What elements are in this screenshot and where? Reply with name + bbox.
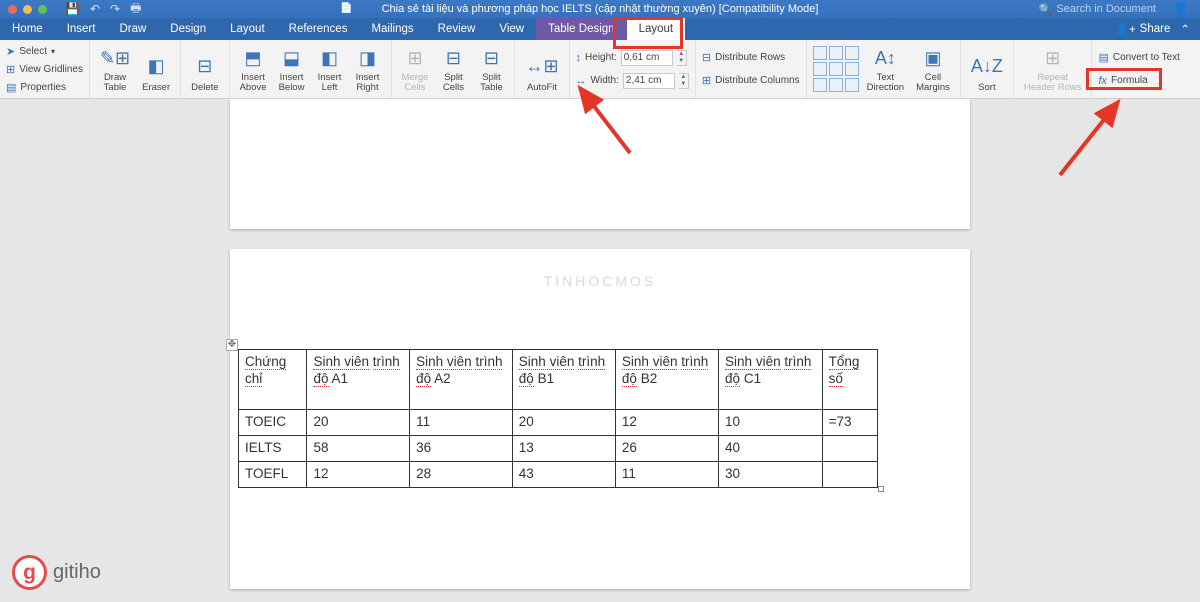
distribute-rows-icon: ⊟ [702, 51, 711, 64]
save-icon[interactable]: 💾 [65, 2, 80, 16]
header-cell: Sinh viên trình độ B1 [512, 350, 615, 410]
insert-above-icon: ⬒ [245, 45, 262, 71]
properties-button[interactable]: ▤Properties [6, 79, 66, 95]
merge-cells-button[interactable]: ⊞Merge Cells [398, 43, 433, 95]
tab-mailings[interactable]: Mailings [359, 18, 425, 40]
width-stepper[interactable]: ▲▼ [679, 73, 689, 89]
view-gridlines-button[interactable]: ⊞View Gridlines [6, 61, 83, 77]
page-current[interactable]: TINHOCMOS ✥ Chứng chỉ Sinh viên trình độ… [230, 249, 970, 589]
window-title: Chia sẻ tài liệu và phương pháp học IELT… [382, 3, 819, 15]
header-cell: Tổng số [822, 350, 877, 410]
print-icon[interactable]: 🖶 [130, 0, 141, 20]
insert-left-button[interactable]: ◧Insert Left [313, 43, 347, 95]
tab-table-design[interactable]: Table Design [536, 18, 626, 40]
insert-right-button[interactable]: ◨Insert Right [351, 43, 385, 95]
table-row: IELTS5836132640 [239, 436, 878, 462]
header-cell: Sinh viên trình độ A2 [410, 350, 513, 410]
merge-cells-icon: ⊞ [407, 45, 422, 71]
tab-references[interactable]: References [277, 18, 360, 40]
cell-margins-button[interactable]: ▣Cell Margins [912, 43, 954, 95]
split-cells-icon: ⊟ [446, 45, 461, 71]
distribute-rows-button[interactable]: ⊟Distribute Rows [702, 49, 785, 66]
tab-home[interactable]: Home [0, 18, 55, 40]
autofit-icon: ↔⊞ [525, 51, 558, 81]
arrow-to-width [560, 78, 640, 158]
text-direction-button[interactable]: A↕Text Direction [863, 43, 909, 95]
gitiho-logo: g gitiho [12, 555, 101, 590]
doc-icon: 📄 [340, 3, 352, 14]
cursor-icon: ➤ [6, 45, 15, 58]
tab-design[interactable]: Design [158, 18, 218, 40]
tab-draw[interactable]: Draw [107, 18, 158, 40]
repeat-header-icon: ⊞ [1045, 45, 1060, 71]
table-row: TOEFL1228431130 [239, 462, 878, 488]
distribute-columns-icon: ⊞ [702, 74, 711, 87]
gitiho-g-icon: g [12, 555, 47, 590]
properties-icon: ▤ [6, 81, 16, 94]
distribute-columns-button[interactable]: ⊞Distribute Columns [702, 72, 800, 89]
delete-button[interactable]: ⊟Delete [187, 43, 222, 95]
share-button[interactable]: 👤+ Share ⌃ [1115, 18, 1190, 40]
cell-margins-icon: ▣ [924, 45, 941, 71]
draw-table-icon: ✎⊞ [100, 45, 130, 71]
share-icon: 👤+ [1115, 22, 1136, 36]
redo-icon[interactable]: ↷ [110, 2, 120, 16]
formula-icon: fx [1098, 75, 1107, 87]
text-direction-icon: A↕ [875, 45, 896, 71]
height-field[interactable]: ↕ Height: 0,61 cm ▲▼ [576, 49, 687, 66]
formula-button[interactable]: fxFormula [1098, 72, 1147, 89]
insert-right-icon: ◨ [359, 45, 376, 71]
eraser-icon: ◧ [148, 51, 165, 81]
table-row: TOEIC2011201210=73 [239, 410, 878, 436]
split-cells-button[interactable]: ⊟Split Cells [436, 43, 470, 95]
header-cell: Sinh viên trình độ A1 [307, 350, 410, 410]
repeat-header-rows-button[interactable]: ⊞Repeat Header Rows [1020, 43, 1086, 95]
insert-left-icon: ◧ [321, 45, 338, 71]
sort-icon: A↓Z [971, 51, 1003, 81]
gridlines-icon: ⊞ [6, 63, 15, 76]
split-table-button[interactable]: ⊟Split Table [474, 43, 508, 95]
tab-view[interactable]: View [487, 18, 536, 40]
insert-above-button[interactable]: ⬒Insert Above [236, 43, 271, 95]
window-zoom[interactable] [38, 5, 47, 14]
search-icon: 🔍 [1039, 3, 1053, 16]
window-minimize[interactable] [23, 5, 32, 14]
tab-review[interactable]: Review [426, 18, 488, 40]
table-resize-handle[interactable] [878, 486, 884, 492]
tab-insert[interactable]: Insert [55, 18, 108, 40]
undo-icon[interactable]: ↶ [90, 2, 100, 16]
sort-button[interactable]: A↓ZSort [967, 43, 1007, 95]
autofit-button[interactable]: ↔⊞AutoFit [521, 43, 562, 95]
header-cell: Sinh viên trình độ C1 [719, 350, 823, 410]
search-input[interactable]: 🔍 Search in Document [1039, 3, 1156, 16]
select-menu[interactable]: ➤Select▾ [6, 43, 55, 59]
split-table-icon: ⊟ [484, 45, 499, 71]
chevron-up-icon[interactable]: ⌃ [1180, 22, 1190, 36]
tab-table-layout[interactable]: Layout [627, 18, 686, 40]
table-header-row: Chứng chỉ Sinh viên trình độ A1 Sinh viê… [239, 350, 878, 410]
height-stepper[interactable]: ▲▼ [677, 50, 687, 66]
header-cell: Chứng chỉ [239, 350, 307, 410]
delete-icon: ⊟ [197, 51, 212, 81]
tab-layout[interactable]: Layout [218, 18, 277, 40]
data-table[interactable]: Chứng chỉ Sinh viên trình độ A1 Sinh viê… [238, 349, 878, 488]
height-icon: ↕ [576, 52, 582, 64]
table-move-handle[interactable]: ✥ [226, 339, 238, 351]
height-input[interactable]: 0,61 cm [621, 50, 673, 66]
user-avatar[interactable]: 👤 [1170, 0, 1192, 18]
insert-below-icon: ⬓ [283, 45, 300, 71]
header-cell: Sinh viên trình độ B2 [615, 350, 718, 410]
arrow-to-formula [1040, 90, 1140, 180]
convert-text-icon: ▤ [1098, 51, 1108, 64]
eraser-button[interactable]: ◧Eraser [138, 43, 174, 95]
draw-table-button[interactable]: ✎⊞Draw Table [96, 43, 134, 95]
insert-below-button[interactable]: ⬓Insert Below [275, 43, 309, 95]
alignment-grid[interactable] [813, 46, 859, 92]
convert-to-text-button[interactable]: ▤Convert to Text [1098, 49, 1179, 66]
window-close[interactable] [8, 5, 17, 14]
